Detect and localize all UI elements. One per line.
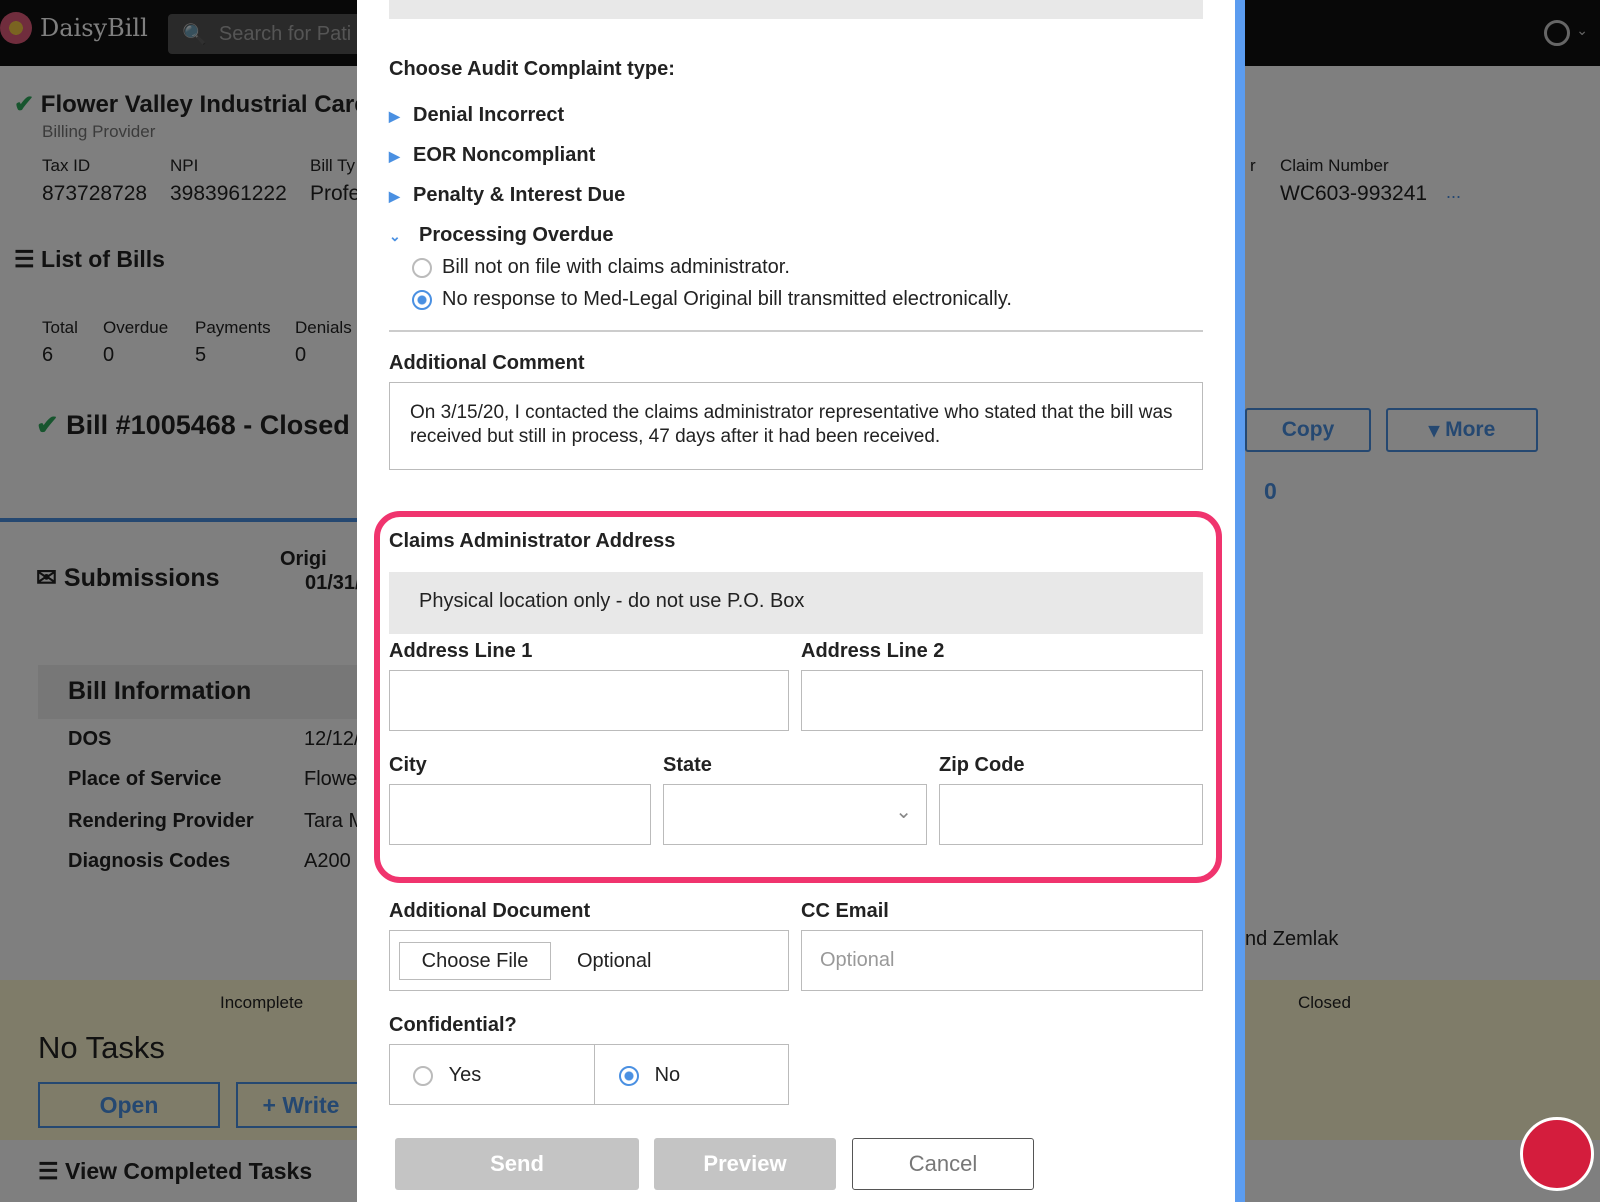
preview-button[interactable]: Preview [654,1138,836,1190]
type-label: EOR Noncompliant [413,144,596,166]
complaint-type-penalty-interest[interactable]: ▶ Penalty & Interest Due [389,184,625,207]
complaint-type-eor-noncompliant[interactable]: ▶ EOR Noncompliant [389,144,595,167]
option-no-response[interactable]: No response to Med-Legal Original bill t… [412,288,1012,311]
no-label: No [654,1064,681,1086]
cc-email-input[interactable]: Optional [801,930,1203,991]
confidential-yes[interactable]: Yes [413,1064,481,1087]
send-button[interactable]: Send [395,1138,639,1190]
type-label: Processing Overdue [419,224,614,246]
address-highlight-box [374,511,1222,883]
caret-right-icon: ▶ [389,188,400,204]
additional-document-label: Additional Document [389,900,591,922]
additional-comment-textarea[interactable]: On 3/15/20, I contacted the claims admin… [389,382,1203,470]
chevron-down-icon: ⌄ [389,228,401,244]
radio-on[interactable] [619,1065,639,1086]
cancel-button[interactable]: Cancel [852,1138,1034,1190]
cc-email-placeholder: Optional [820,949,895,971]
divider [389,330,1203,332]
complaint-type-denial-incorrect[interactable]: ▶ Denial Incorrect [389,104,564,127]
cc-email-label: CC Email [801,900,889,922]
comment-text: On 3/15/20, I contacted the claims admin… [410,402,1173,447]
yes-label: Yes [448,1064,482,1086]
chat-support-icon[interactable] [1520,1117,1594,1191]
radio-on[interactable] [412,289,432,310]
radio-off[interactable] [413,1065,433,1086]
type-label: Penalty & Interest Due [413,184,626,206]
choose-file-button[interactable]: Choose File [399,942,551,980]
confidential-label: Confidential? [389,1014,517,1036]
option-bill-not-on-file[interactable]: Bill not on file with claims administrat… [412,256,790,279]
top-field-remnant [389,0,1203,19]
radio-divider [594,1044,595,1105]
choose-file-label: Choose File [421,949,529,972]
confidential-no[interactable]: No [619,1064,680,1087]
caret-right-icon: ▶ [389,108,400,124]
cancel-label: Cancel [908,1151,978,1176]
additional-comment-label: Additional Comment [389,352,585,374]
caret-right-icon: ▶ [389,148,400,164]
complaint-type-processing-overdue[interactable]: ⌄ Processing Overdue [389,224,614,247]
radio-off[interactable] [412,257,432,278]
type-label: Denial Incorrect [413,104,565,126]
option-label: No response to Med-Legal Original bill t… [442,288,1012,310]
complaint-type-label: Choose Audit Complaint type: [389,58,675,80]
preview-label: Preview [703,1151,787,1176]
document-optional-text: Optional [577,950,652,972]
option-label: Bill not on file with claims administrat… [442,256,790,278]
send-label: Send [490,1151,544,1176]
